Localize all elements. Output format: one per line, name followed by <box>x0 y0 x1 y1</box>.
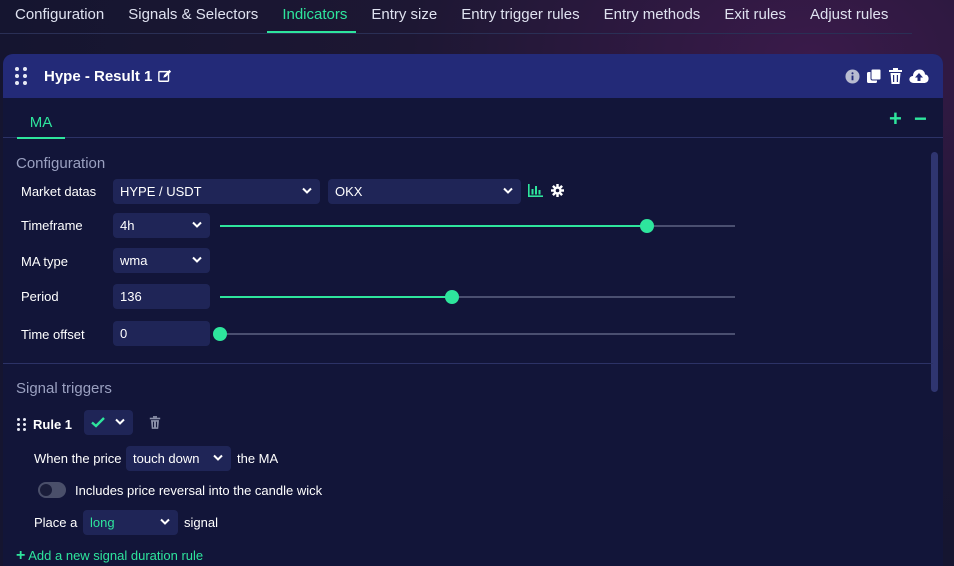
tab-indicators[interactable]: Indicators <box>267 0 357 33</box>
timeframe-value: 4h <box>120 218 135 233</box>
plus-icon: + <box>16 547 26 564</box>
chart-icon[interactable] <box>528 184 543 197</box>
period-slider[interactable] <box>220 290 735 304</box>
top-navigation: Configuration Signals & Selectors Indica… <box>0 0 912 34</box>
time-offset-label: Time offset <box>21 327 85 342</box>
chevron-down-icon <box>302 187 312 194</box>
when-price-text: When the price <box>34 451 122 466</box>
trash-icon[interactable] <box>888 68 903 84</box>
period-slider-handle[interactable] <box>444 290 459 304</box>
tab-entry-size[interactable]: Entry size <box>356 0 446 33</box>
market-datas-label: Market datas <box>21 184 97 199</box>
rule-enabled-select[interactable] <box>84 410 133 435</box>
tab-entry-methods[interactable]: Entry methods <box>589 0 710 33</box>
configuration-section-title: Configuration <box>16 155 106 172</box>
wick-toggle[interactable] <box>38 482 66 498</box>
remove-indicator-button[interactable]: − <box>914 108 927 130</box>
condition-select[interactable]: touch down <box>126 446 231 471</box>
timeframe-select[interactable]: 4h <box>113 213 210 238</box>
gear-icon[interactable] <box>551 184 564 197</box>
place-a-text: Place a <box>34 515 78 530</box>
chevron-down-icon <box>115 418 125 425</box>
rule-drag-handle-icon[interactable] <box>17 418 26 431</box>
market-pair-select[interactable]: HYPE / USDT <box>113 179 320 204</box>
chevron-down-icon <box>213 454 223 461</box>
timeframe-slider-fill <box>220 225 648 227</box>
panel-title: Hype - Result 1 <box>44 67 153 85</box>
tab-configuration[interactable]: Configuration <box>0 0 113 33</box>
cloud-upload-icon[interactable] <box>909 68 929 84</box>
tab-entry-trigger-rules[interactable]: Entry trigger rules <box>446 0 588 33</box>
indicator-panel: Hype - Result 1 MA + − Configuration Mar… <box>3 54 943 566</box>
period-label: Period <box>21 289 59 304</box>
timeframe-slider-handle[interactable] <box>640 219 655 233</box>
subtab-ma[interactable]: MA <box>17 114 65 139</box>
section-divider <box>3 363 933 364</box>
direction-value: long <box>90 515 115 530</box>
info-icon[interactable] <box>845 68 860 84</box>
edit-icon[interactable] <box>158 69 172 83</box>
market-pair-value: HYPE / USDT <box>120 184 202 199</box>
drag-handle-icon[interactable] <box>15 67 27 85</box>
scrollbar[interactable] <box>931 152 938 392</box>
signal-triggers-section-title: Signal triggers <box>16 380 112 397</box>
chevron-down-icon <box>192 221 202 228</box>
exchange-select[interactable]: OKX <box>328 179 521 204</box>
add-rule-label: Add a new signal duration rule <box>28 548 204 563</box>
chevron-down-icon <box>192 256 202 263</box>
period-input[interactable]: 136 <box>113 284 210 309</box>
ma-type-value: wma <box>120 253 148 268</box>
tab-exit-rules[interactable]: Exit rules <box>709 0 795 33</box>
duplicate-icon[interactable] <box>866 68 882 84</box>
timeframe-label: Timeframe <box>21 218 83 233</box>
panel-header: Hype - Result 1 <box>3 54 943 98</box>
chevron-down-icon <box>160 518 170 525</box>
period-slider-fill <box>220 296 452 298</box>
time-offset-slider[interactable] <box>213 327 735 341</box>
add-indicator-button[interactable]: + <box>889 108 902 130</box>
signal-text: signal <box>184 515 218 530</box>
time-offset-slider-handle[interactable] <box>213 327 227 341</box>
direction-select[interactable]: long <box>83 510 178 535</box>
time-offset-input[interactable]: 0 <box>113 321 210 346</box>
check-icon <box>91 417 105 428</box>
timeframe-slider[interactable] <box>220 219 735 233</box>
ma-type-select[interactable]: wma <box>113 248 210 273</box>
indicator-subtabs: MA + − <box>3 98 943 139</box>
tab-adjust-rules[interactable]: Adjust rules <box>795 0 897 33</box>
ma-type-label: MA type <box>21 254 68 269</box>
the-ma-text: the MA <box>237 451 279 466</box>
rule-label: Rule 1 <box>33 417 73 432</box>
rule-trash-icon[interactable] <box>149 416 161 429</box>
condition-value: touch down <box>133 451 200 466</box>
tab-signals-selectors[interactable]: Signals & Selectors <box>113 0 267 33</box>
exchange-value: OKX <box>335 184 363 199</box>
chevron-down-icon <box>503 187 513 194</box>
add-signal-duration-rule-link[interactable]: + Add a new signal duration rule <box>16 547 203 565</box>
wick-toggle-label: Includes price reversal into the candle … <box>75 483 323 498</box>
